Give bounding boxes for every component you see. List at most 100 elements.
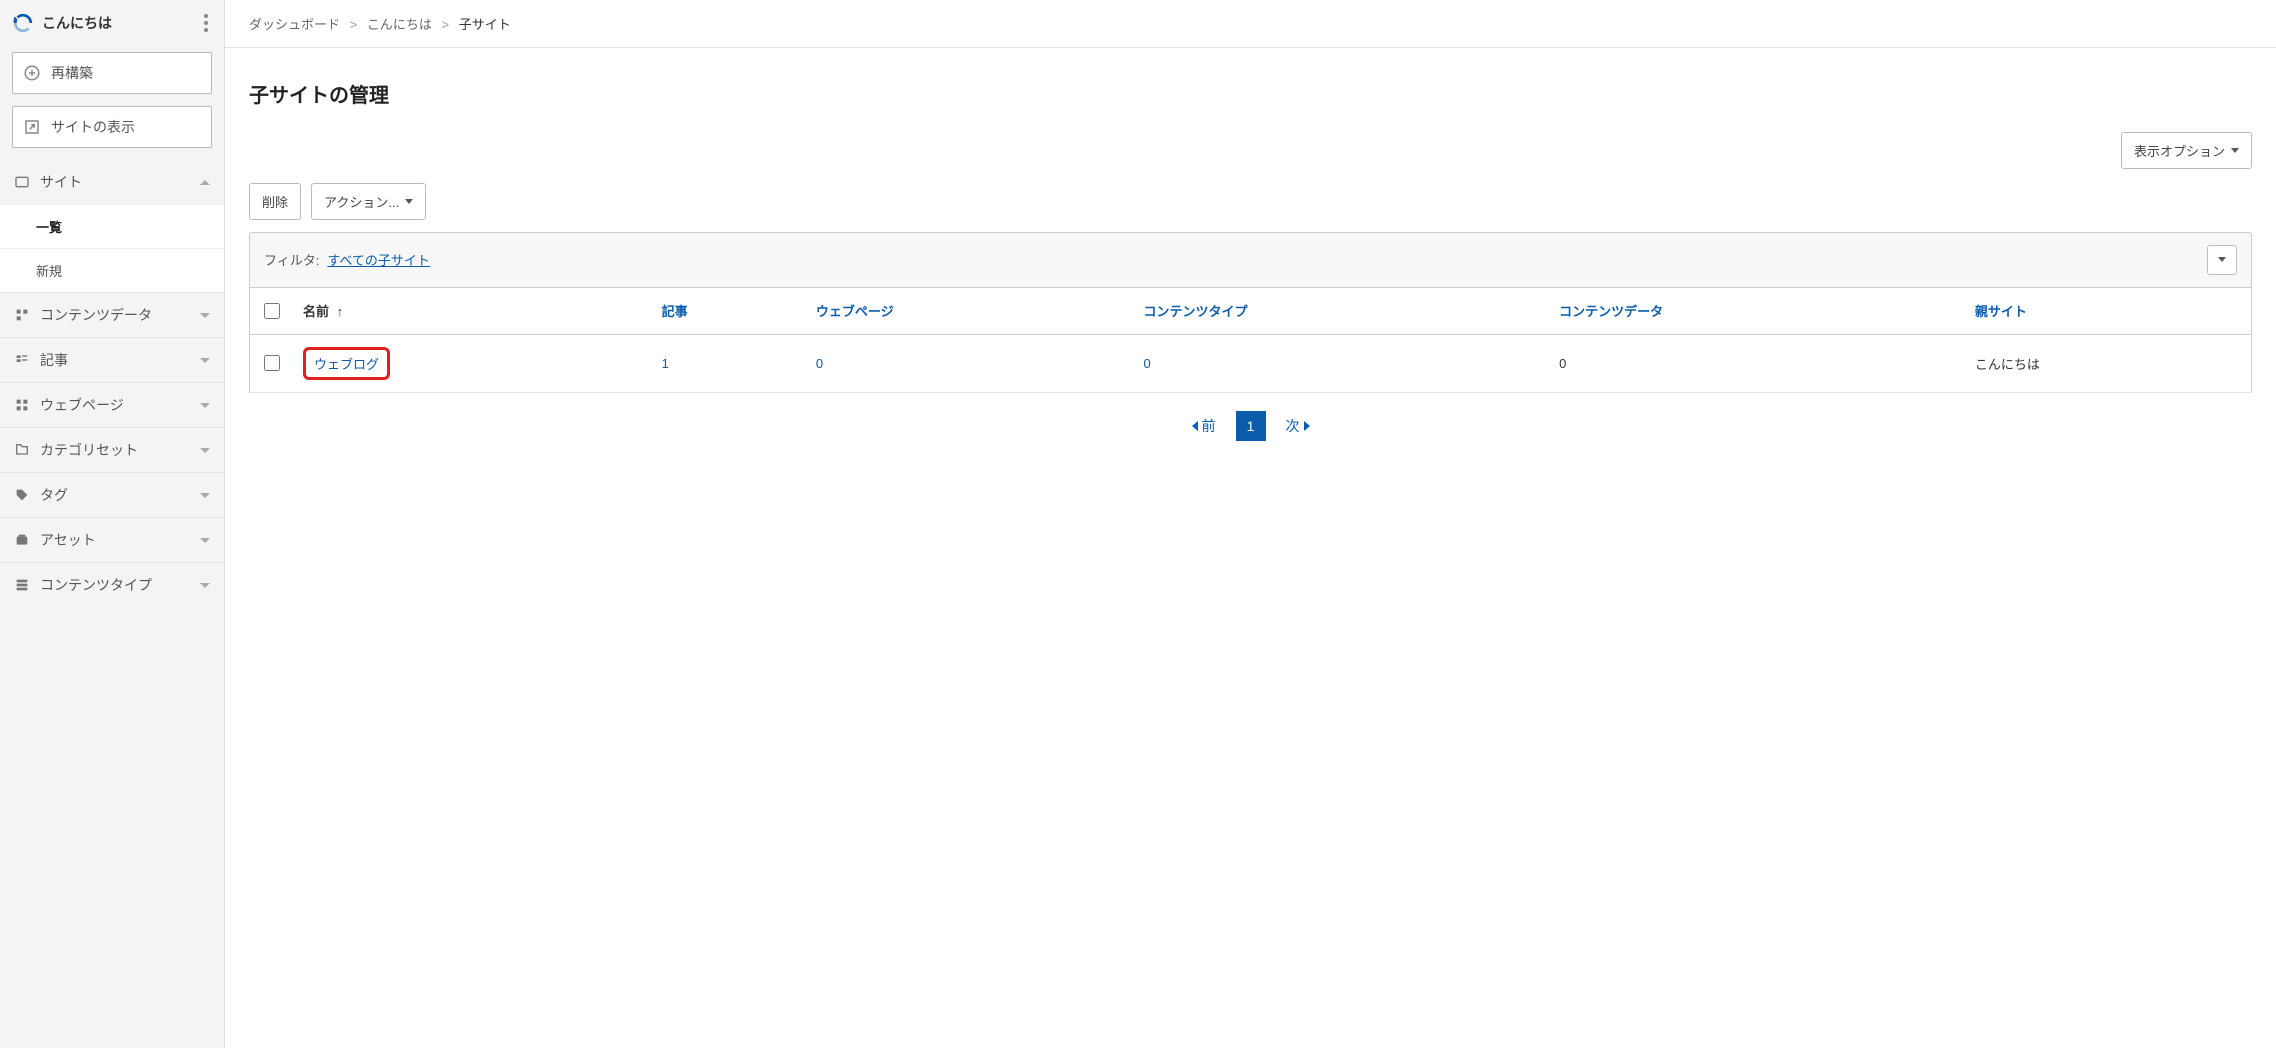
sidebar-nav: サイト 一覧 新規 コンテンツデータ 記事 ウェブページ — [0, 160, 224, 607]
chevron-down-icon — [200, 583, 210, 588]
col-pages[interactable]: ウェブページ — [806, 287, 1134, 334]
breadcrumb-site[interactable]: こんにちは — [367, 17, 432, 32]
row-checkbox-cell — [250, 334, 294, 392]
select-all-checkbox[interactable] — [264, 303, 280, 319]
row-entries-link[interactable]: 1 — [652, 334, 806, 392]
pagination-prev-label: 前 — [1202, 416, 1216, 436]
nav-group-assets-label: アセット — [40, 530, 96, 550]
category-icon — [14, 442, 30, 458]
row-content-data: 0 — [1549, 334, 1965, 392]
display-options-label: 表示オプション — [2134, 141, 2225, 160]
nav-group-content-data[interactable]: コンテンツデータ — [0, 292, 224, 337]
pagination-next-label: 次 — [1286, 416, 1300, 436]
nav-group-site[interactable]: サイト — [0, 160, 224, 204]
view-site-label: サイトの表示 — [51, 117, 135, 137]
rebuild-label: 再構築 — [51, 63, 93, 83]
triangle-right-icon — [1304, 421, 1310, 431]
chevron-down-icon — [200, 403, 210, 408]
table-wrap: フィルタ: すべての子サイト 名前 ↑ — [225, 232, 2276, 469]
table-row: ウェブログ 1 0 0 0 こんにちは — [250, 334, 2252, 392]
sort-asc-icon: ↑ — [337, 304, 344, 319]
nav-group-tags-label: タグ — [40, 485, 68, 505]
col-name-label: 名前 — [303, 304, 329, 319]
nav-group-entries-label: 記事 — [40, 350, 68, 370]
display-options-row: 表示オプション — [225, 126, 2276, 183]
caret-down-icon — [2218, 257, 2226, 262]
nav-group-pages[interactable]: ウェブページ — [0, 382, 224, 427]
col-parent[interactable]: 親サイト — [1965, 287, 2252, 334]
tag-icon — [14, 487, 30, 503]
row-name-cell: ウェブログ — [293, 334, 652, 392]
breadcrumb: ダッシュボード > こんにちは > 子サイト — [225, 0, 2276, 48]
sidebar-header: こんにちは — [0, 0, 224, 46]
logo-icon — [12, 12, 34, 34]
delete-button[interactable]: 削除 — [249, 183, 301, 220]
row-checkbox[interactable] — [264, 355, 280, 371]
triangle-left-icon — [1192, 421, 1198, 431]
nav-group-content-data-label: コンテンツデータ — [40, 305, 152, 325]
external-link-icon — [23, 118, 41, 136]
entries-icon — [14, 352, 30, 368]
col-content-types[interactable]: コンテンツタイプ — [1134, 287, 1550, 334]
col-content-data[interactable]: コンテンツデータ — [1549, 287, 1965, 334]
nav-group-assets[interactable]: アセット — [0, 517, 224, 562]
pagination-current[interactable]: 1 — [1236, 411, 1266, 441]
pagination-prev[interactable]: 前 — [1192, 416, 1216, 436]
brand[interactable]: こんにちは — [12, 12, 112, 34]
brand-name: こんにちは — [42, 13, 112, 33]
table-toolbar: 削除 アクション... — [225, 183, 2276, 232]
assets-icon — [14, 532, 30, 548]
breadcrumb-sep: > — [350, 17, 358, 32]
filter-toggle-button[interactable] — [2207, 245, 2237, 275]
chevron-down-icon — [200, 313, 210, 318]
nav-group-category-sets[interactable]: カテゴリセット — [0, 427, 224, 472]
content-data-icon — [14, 307, 30, 323]
col-name[interactable]: 名前 ↑ — [293, 287, 652, 334]
site-icon — [14, 174, 30, 190]
chevron-down-icon — [200, 538, 210, 543]
row-content-types-link[interactable]: 0 — [1134, 334, 1550, 392]
sidebar: こんにちは 再構築 サイトの表示 サイト 一覧 新規 — [0, 0, 225, 1048]
nav-group-content-types[interactable]: コンテンツタイプ — [0, 562, 224, 607]
row-parent: こんにちは — [1965, 334, 2252, 392]
nav-group-tags[interactable]: タグ — [0, 472, 224, 517]
nav-group-pages-label: ウェブページ — [40, 395, 124, 415]
nav-group-content-types-label: コンテンツタイプ — [40, 575, 152, 595]
chevron-down-icon — [200, 493, 210, 498]
actions-dropdown[interactable]: アクション... — [311, 183, 426, 220]
view-site-button[interactable]: サイトの表示 — [12, 106, 212, 148]
filter-label: フィルタ: — [264, 250, 319, 269]
table-header-row: 名前 ↑ 記事 ウェブページ コンテンツタイプ コンテンツデータ 親サイト — [250, 287, 2252, 334]
nav-group-entries[interactable]: 記事 — [0, 337, 224, 382]
page-title: 子サイトの管理 — [225, 61, 2276, 112]
sites-table: 名前 ↑ 記事 ウェブページ コンテンツタイプ コンテンツデータ 親サイト — [249, 287, 2252, 393]
rebuild-button[interactable]: 再構築 — [12, 52, 212, 94]
breadcrumb-dashboard[interactable]: ダッシュボード — [249, 17, 340, 32]
kebab-menu-icon[interactable] — [200, 10, 212, 36]
pages-icon — [14, 397, 30, 413]
pagination-next[interactable]: 次 — [1286, 416, 1310, 436]
chevron-up-icon — [200, 180, 210, 185]
rebuild-icon — [23, 64, 41, 82]
delete-label: 削除 — [262, 192, 288, 211]
row-pages-link[interactable]: 0 — [806, 334, 1134, 392]
display-options-button[interactable]: 表示オプション — [2121, 132, 2252, 169]
nav-subitem-new[interactable]: 新規 — [0, 248, 224, 292]
caret-down-icon — [2231, 148, 2239, 153]
main-content: ダッシュボード > こんにちは > 子サイト 子サイトの管理 表示オプション 削… — [225, 0, 2276, 1048]
caret-down-icon — [405, 199, 413, 204]
content-types-icon — [14, 577, 30, 593]
breadcrumb-current: 子サイト — [459, 17, 511, 32]
site-name-link[interactable]: ウェブログ — [314, 357, 379, 372]
col-entries[interactable]: 記事 — [652, 287, 806, 334]
chevron-down-icon — [200, 358, 210, 363]
annotation-highlight: ウェブログ — [303, 347, 390, 380]
filter-bar: フィルタ: すべての子サイト — [249, 232, 2252, 287]
nav-group-site-subitems: 一覧 新規 — [0, 204, 224, 292]
filter-value-link[interactable]: すべての子サイト — [327, 250, 430, 269]
nav-group-site-label: サイト — [40, 172, 82, 192]
nav-subitem-list[interactable]: 一覧 — [0, 204, 224, 248]
breadcrumb-sep: > — [442, 17, 450, 32]
chevron-down-icon — [200, 448, 210, 453]
actions-label: アクション... — [324, 192, 399, 211]
